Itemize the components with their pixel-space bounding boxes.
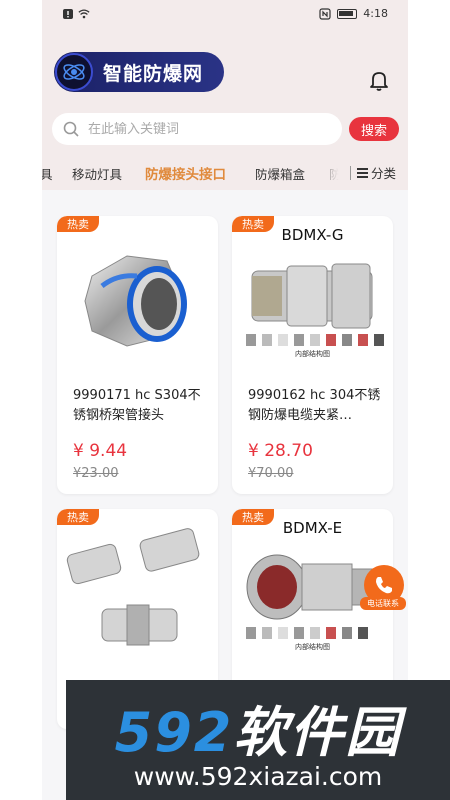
hot-badge: 热卖 [232, 509, 274, 525]
hot-badge: 热卖 [232, 216, 274, 232]
watermark-chinese: 软件园 [233, 701, 402, 764]
watermark-url: www.592xiazai.com [133, 762, 383, 791]
search-button[interactable]: 搜索 [349, 117, 399, 141]
search-bar[interactable] [52, 113, 342, 145]
product-name: 9990171 hc S304不锈钢桥架管接头 [73, 388, 201, 423]
wifi-icon [78, 9, 90, 19]
logo-text: 智能防爆网 [103, 62, 204, 85]
tab-divider [350, 166, 351, 180]
tab-fade [312, 160, 350, 186]
globe-icon [55, 53, 93, 91]
product-card[interactable]: 热卖 9990171 hc S304不锈钢桥架管接头 ¥ 9.44 ¥23.00 [57, 216, 218, 494]
product-old-price: ¥70.00 [248, 466, 294, 481]
product-price: ¥ 9.44 [73, 441, 128, 461]
status-left [62, 8, 90, 20]
product-name: 9990162 hc 304不锈钢防爆电缆夹紧… [248, 388, 381, 423]
product-image [66, 528, 200, 646]
tab-explosion-proof-boxes[interactable]: 防爆箱盒 [255, 164, 305, 183]
hot-badge: 热卖 [57, 509, 99, 525]
status-bar: 4:18 [42, 0, 408, 30]
product-price: ¥ 28.70 [248, 441, 313, 461]
tab-mobile-lamps[interactable]: 移动灯具 [72, 164, 122, 183]
product-old-price: ¥23.00 [73, 466, 119, 481]
phone-contact-button[interactable]: 电话联系 [360, 565, 406, 611]
watermark-logo: 592软件园 [66, 688, 450, 767]
status-right: 4:18 [319, 7, 388, 20]
status-time: 4:18 [363, 7, 388, 20]
bell-icon[interactable] [369, 70, 389, 92]
alert-icon [63, 9, 73, 19]
product-image [84, 255, 187, 347]
hot-badge: 热卖 [57, 216, 99, 232]
product-card[interactable]: BDMX-G 内部结构图 热卖 9990162 hc 304不锈钢防爆电缆夹紧…… [232, 216, 393, 494]
watermark-numbers: 592 [114, 701, 234, 764]
tab-explosion-proof-connectors[interactable]: 防爆接头接口 [145, 163, 226, 183]
phone-contact-label: 电话联系 [360, 597, 406, 610]
battery-icon [337, 8, 358, 19]
structure-caption: 内部结构图 [295, 643, 330, 651]
search-icon [63, 121, 79, 137]
app-logo[interactable]: 智能防爆网 [54, 52, 224, 92]
structure-caption: 内部结构图 [295, 350, 330, 358]
nfc-icon [319, 7, 331, 20]
category-tabs: 具 移动灯具 防爆接头接口 防爆箱盒 防 分类 [42, 160, 408, 186]
menu-icon [357, 167, 368, 178]
watermark-banner: 592软件园 www.592xiazai.com [66, 680, 450, 800]
category-button[interactable]: 分类 [357, 163, 396, 182]
search-input[interactable] [88, 121, 328, 137]
category-label: 分类 [371, 166, 397, 181]
tab-partial-left[interactable]: 具 [42, 164, 53, 183]
